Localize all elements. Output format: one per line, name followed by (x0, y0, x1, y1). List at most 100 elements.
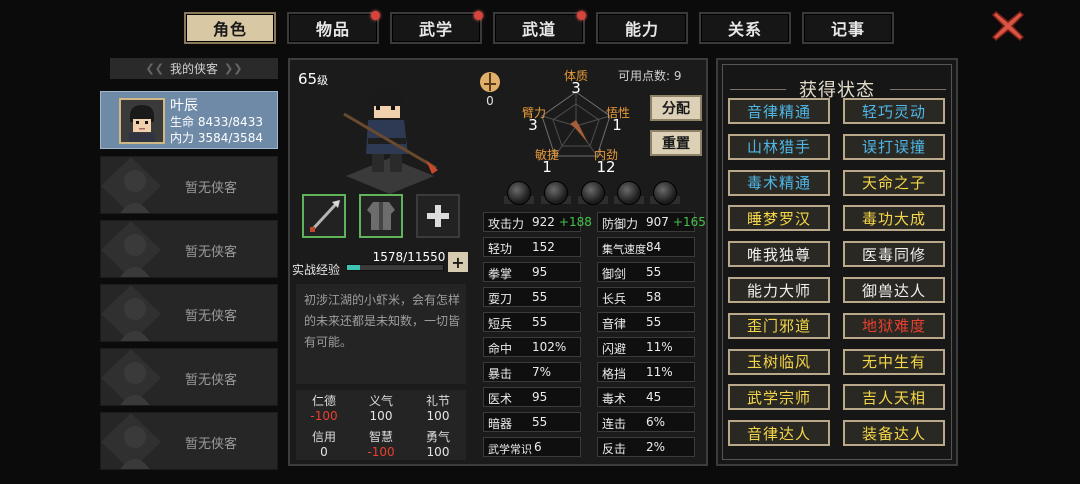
level-value: 65 (298, 70, 318, 88)
status-item[interactable]: 地狱难度 (843, 312, 945, 339)
status-item[interactable]: 毒术精通 (728, 169, 830, 196)
add-equipment-button[interactable] (416, 194, 460, 238)
exp-progress-bar (346, 264, 444, 271)
stat-counter: 反击 2% (597, 437, 695, 457)
status-item[interactable]: 误打误撞 (843, 133, 945, 160)
reset-label: 重置 (662, 136, 690, 152)
virtue-item: 义气 100 (353, 392, 409, 423)
stat-hit: 命中 102% (483, 337, 581, 357)
stat-value: 84 (646, 240, 662, 254)
skill-orb-slot[interactable] (653, 181, 677, 205)
status-item[interactable]: 玉树临风 (728, 348, 830, 375)
empty-slot-label: 暂无侠客 (185, 373, 238, 388)
status-item[interactable]: 音律达人 (728, 420, 830, 447)
tab-label: 关系 (727, 20, 762, 39)
skill-orb-slot[interactable] (617, 181, 641, 205)
virtue-value: 100 (369, 409, 393, 423)
status-item[interactable]: 装备达人 (843, 420, 945, 447)
virtue-name: 礼节 (425, 394, 450, 408)
tab-label: 武学 (418, 20, 453, 39)
points-label: 可用点数: (618, 69, 671, 83)
tab-martial-arts[interactable]: 武学 (390, 11, 483, 44)
spear-icon (310, 200, 340, 232)
virtue-value: 0 (320, 445, 328, 459)
virtue-item: 信用 0 (296, 428, 352, 459)
status-item[interactable]: 唯我独尊 (728, 241, 830, 268)
status-item[interactable]: 歪门邪道 (728, 312, 830, 339)
silhouette-icon (101, 221, 161, 277)
status-item-label: 睡梦罗汉 (746, 209, 811, 228)
status-item[interactable]: 能力大师 (728, 277, 830, 303)
status-item-label: 误打误撞 (861, 138, 926, 157)
allocate-button[interactable]: 分配 (650, 95, 702, 121)
tab-character[interactable]: 角色 (184, 12, 276, 44)
stat-value-wrap: 907 +165 (646, 215, 706, 229)
status-item[interactable]: 无中生有 (843, 348, 945, 375)
stat-value: 6% (646, 415, 666, 429)
status-item[interactable]: 睡梦罗汉 (728, 205, 830, 232)
stat-dodge: 闪避 11% (597, 337, 695, 357)
empty-hero-slot[interactable]: 暂无侠客 (100, 348, 278, 406)
virtues-panel: 仁德 -100 义气 100 礼节 100 信用 0 智慧 -100 勇气 100 (296, 390, 466, 460)
status-item[interactable]: 医毒同修 (843, 241, 945, 268)
notification-badge (474, 11, 483, 20)
tab-label: 物品 (315, 20, 350, 39)
stat-name: 攻击力 (488, 217, 525, 231)
silhouette-icon (101, 413, 161, 469)
attr-constitution-value: 3 (571, 79, 581, 97)
status-item-label: 歪门邪道 (746, 317, 811, 336)
tab-martial-way[interactable]: 武道 (493, 11, 586, 44)
status-item[interactable]: 音律精通 (728, 98, 830, 124)
virtue-value: 100 (426, 445, 450, 459)
stat-bonus: +165 (672, 215, 706, 229)
close-x-icon[interactable] (990, 8, 1026, 44)
skill-orb-slot[interactable] (544, 181, 568, 205)
status-item[interactable]: 吉人天相 (843, 384, 945, 411)
empty-hero-slot[interactable]: 暂无侠客 (100, 284, 278, 342)
stat-poison: 毒术 45 (597, 387, 695, 407)
stat-name: 防御力 (602, 217, 639, 231)
add-exp-button[interactable]: + (448, 252, 468, 272)
virtue-item: 勇气 100 (410, 428, 466, 459)
sword-emblem-icon (480, 72, 500, 92)
status-item[interactable]: 山林猎手 (728, 133, 830, 160)
skill-orb-slot[interactable] (581, 181, 605, 205)
roster-title: 我的侠客 (169, 62, 218, 76)
status-item-label: 毒功大成 (861, 209, 926, 228)
exp-label: 实战经验 (292, 263, 341, 277)
stat-name: 轻功 (488, 242, 513, 256)
stat-value: 11% (646, 365, 673, 379)
reset-button[interactable]: 重置 (650, 130, 702, 156)
tab-relations[interactable]: 关系 (699, 12, 791, 44)
status-item[interactable]: 轻巧灵动 (843, 98, 945, 124)
tab-journal[interactable]: 记事 (802, 12, 894, 44)
status-item-label: 无中生有 (861, 353, 926, 372)
status-item[interactable]: 武学宗师 (728, 384, 830, 411)
virtue-name: 勇气 (425, 430, 450, 444)
empty-hero-slot[interactable]: 暂无侠客 (100, 220, 278, 278)
empty-hero-slot[interactable]: 暂无侠客 (100, 412, 278, 470)
hero-slot-active[interactable]: 叶辰 生命 8433/8433 内力 3584/3584 (100, 91, 278, 149)
stat-name: 武学常识 (488, 443, 532, 456)
tab-abilities[interactable]: 能力 (596, 12, 688, 44)
mp-label: 内力 (170, 131, 195, 145)
character-sprite (343, 86, 438, 194)
status-item-label: 音律精通 (746, 102, 811, 121)
status-item[interactable]: 毒功大成 (843, 205, 945, 232)
weapon-slot[interactable] (302, 194, 346, 238)
status-item-label: 山林猎手 (746, 138, 811, 157)
stat-charge-speed: 集气速度 84 (597, 237, 695, 257)
stat-value: 55 (646, 265, 662, 279)
hp-value: 8433/8433 (197, 115, 263, 129)
tab-items[interactable]: 物品 (287, 11, 380, 44)
virtue-name: 智慧 (368, 430, 393, 444)
armor-slot[interactable] (359, 194, 403, 238)
stat-name: 反击 (602, 442, 627, 456)
empty-slot-label: 暂无侠客 (185, 245, 238, 260)
stat-name: 命中 (488, 342, 513, 356)
empty-hero-slot[interactable]: 暂无侠客 (100, 156, 278, 214)
status-item[interactable]: 天命之子 (843, 169, 945, 196)
mp-value: 3584/3584 (197, 131, 263, 145)
skill-orb-slot[interactable] (507, 181, 531, 205)
status-item[interactable]: 御兽达人 (843, 277, 945, 303)
